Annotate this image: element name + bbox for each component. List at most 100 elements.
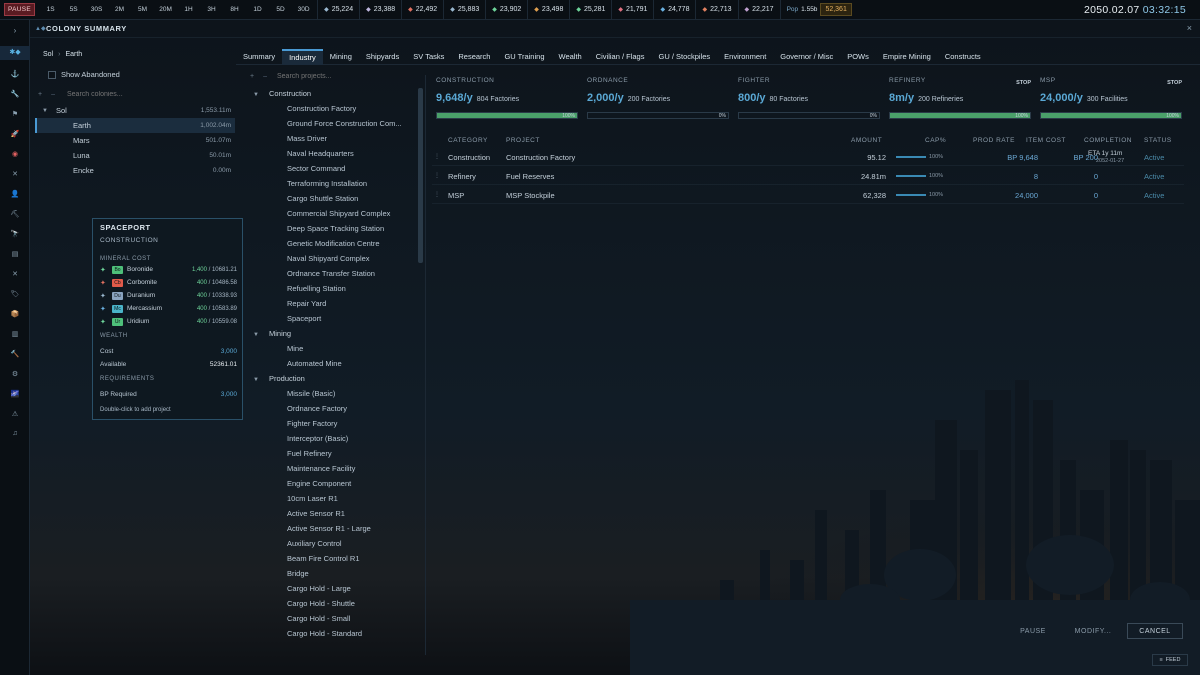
project-item[interactable]: Ordnance Factory [287,404,347,413]
project-item[interactable]: Automated Mine [287,359,342,368]
project-item[interactable]: Naval Headquarters [287,149,354,158]
project-item[interactable]: Ground Force Construction Com... [287,119,402,128]
project-item[interactable]: Cargo Hold - Standard [287,629,362,638]
collapse-icon[interactable]: – [51,91,55,98]
colony-row[interactable]: Earth 1,002.04m [35,118,235,133]
feed-button[interactable]: ≡ FEED [1152,654,1188,666]
project-item[interactable]: Sector Command [287,164,345,173]
tab-civilian-flags[interactable]: Civilian / Flags [589,49,652,65]
project-item[interactable]: Terraforming Installation [287,179,367,188]
add-project-icon[interactable]: + [250,73,254,80]
colony-summary-icon[interactable]: ✱◆ [0,46,30,60]
project-item[interactable]: Interceptor (Basic) [287,434,348,443]
project-search-input[interactable] [277,73,417,80]
person-icon[interactable]: 👤 [0,190,30,198]
project-item[interactable]: Active Sensor R1 [287,509,345,518]
cancel-button[interactable]: CANCEL [1127,623,1183,639]
close-icon[interactable]: × [1187,23,1192,33]
project-item[interactable]: Fighter Factory [287,419,337,428]
cap-slider[interactable] [896,175,926,177]
drag-handle-icon[interactable]: ⋮ [434,191,440,198]
tab-pows[interactable]: POWs [840,49,876,65]
cap-slider[interactable] [896,156,926,158]
crossed-swords-icon[interactable]: ✕ [0,170,30,178]
flag-icon[interactable]: ⚑ [0,110,30,118]
target-icon[interactable]: ◉ [0,150,30,158]
project-item[interactable]: Genetic Modification Centre [287,239,380,248]
project-category[interactable]: ▼ Mining [253,329,291,338]
expand-arrow-icon[interactable]: › [0,26,30,35]
project-item[interactable]: Cargo Hold - Large [287,584,351,593]
collapse-projects-icon[interactable]: – [263,73,267,80]
project-item[interactable]: Maintenance Facility [287,464,355,473]
project-item[interactable]: Cargo Shuttle Station [287,194,358,203]
table-row[interactable]: ⋮ Construction Construction Factory 95.12 10… [432,148,1184,166]
project-category[interactable]: ▼ Production [253,374,305,383]
tab-sv-tasks[interactable]: SV Tasks [406,49,451,65]
tab-shipyards[interactable]: Shipyards [359,49,406,65]
music-icon[interactable]: ♫ [0,430,30,437]
project-item[interactable]: Ordnance Transfer Station [287,269,375,278]
project-item[interactable]: Naval Shipyard Complex [287,254,370,263]
colony-row[interactable]: Encke 0.00m [35,163,235,178]
telescope-icon[interactable]: 🔭 [0,230,30,238]
tab-wealth[interactable]: Wealth [552,49,589,65]
tab-mining[interactable]: Mining [323,49,359,65]
speed-button-20m[interactable]: 20M [154,6,177,13]
pause-production-button[interactable]: PAUSE [1015,623,1051,639]
gear-icon[interactable]: ⚙ [0,370,30,378]
expand-chevron-icon[interactable]: ▼ [42,108,56,114]
project-category[interactable]: ▼ Construction [253,89,311,98]
tab-governor-misc[interactable]: Governor / Misc [773,49,840,65]
drag-handle-icon[interactable]: ⋮ [434,172,440,179]
tab-industry[interactable]: Industry [282,48,323,65]
colony-search-input[interactable] [67,90,207,98]
project-item[interactable]: Repair Yard [287,299,326,308]
wrench-icon[interactable]: 🔧 [0,90,30,98]
tag-icon[interactable]: 🏷 [0,290,30,298]
breadcrumb-system[interactable]: Sol [43,51,53,58]
project-item[interactable]: Spaceport [287,314,321,323]
expand-chevron-icon[interactable]: ▼ [253,332,269,338]
speed-button-3h[interactable]: 3H [200,6,223,13]
project-item[interactable]: Fuel Refinery [287,449,332,458]
galaxy-icon[interactable]: 🌌 [0,390,30,398]
project-item[interactable]: Active Sensor R1 - Large [287,524,371,533]
add-icon[interactable]: + [38,91,42,98]
project-item[interactable]: Auxiliary Control [287,539,342,548]
pickaxe-icon[interactable]: ⛏ [0,210,30,218]
speed-button-5m[interactable]: 5M [131,6,154,13]
project-item[interactable]: Missile (Basic) [287,389,335,398]
stop-button[interactable]: STOP [1016,80,1031,86]
expand-chevron-icon[interactable]: ▼ [253,92,269,98]
rocket-icon[interactable]: 🚀 [0,130,30,138]
tab-research[interactable]: Research [451,49,497,65]
project-item[interactable]: Mass Driver [287,134,327,143]
expand-chevron-icon[interactable]: ▼ [253,377,269,383]
tab-constructs[interactable]: Constructs [938,49,988,65]
box-icon[interactable]: 📦 [0,310,30,318]
clipboard-icon[interactable]: ▥ [0,330,30,338]
cap-slider[interactable] [896,194,926,196]
tab-empire-mining[interactable]: Empire Mining [876,49,938,65]
anchor-icon[interactable]: ⚓ [0,70,30,78]
speed-button-8h[interactable]: 8H [223,6,246,13]
colony-row[interactable]: Luna 50.01m [35,148,235,163]
speed-button-30s[interactable]: 30S [85,6,108,13]
table-row[interactable]: ⋮ Refinery Fuel Reserves 24.81m 100% 8 0 Active [432,167,1184,185]
project-item[interactable]: Deep Space Tracking Station [287,224,384,233]
table-row[interactable]: ⋮ MSP MSP Stockpile 62,328 100% 24,000 0 Active [432,186,1184,204]
document-icon[interactable]: ▤ [0,250,30,258]
show-abandoned-checkbox[interactable] [48,70,56,79]
project-item[interactable]: Construction Factory [287,104,356,113]
speed-button-5s[interactable]: 5S [62,6,85,13]
colony-row[interactable]: ▼ Sol 1,553.11m [35,103,235,118]
drag-handle-icon[interactable]: ⋮ [434,153,440,160]
speed-button-1h[interactable]: 1H [177,6,200,13]
project-item[interactable]: Beam Fire Control R1 [287,554,360,563]
stop-button[interactable]: STOP [1167,80,1182,86]
speed-button-30d[interactable]: 30D [292,6,315,13]
modify-button[interactable]: MODIFY... [1070,623,1116,639]
project-item[interactable]: Cargo Hold - Shuttle [287,599,355,608]
colony-row[interactable]: Mars 501.07m [35,133,235,148]
